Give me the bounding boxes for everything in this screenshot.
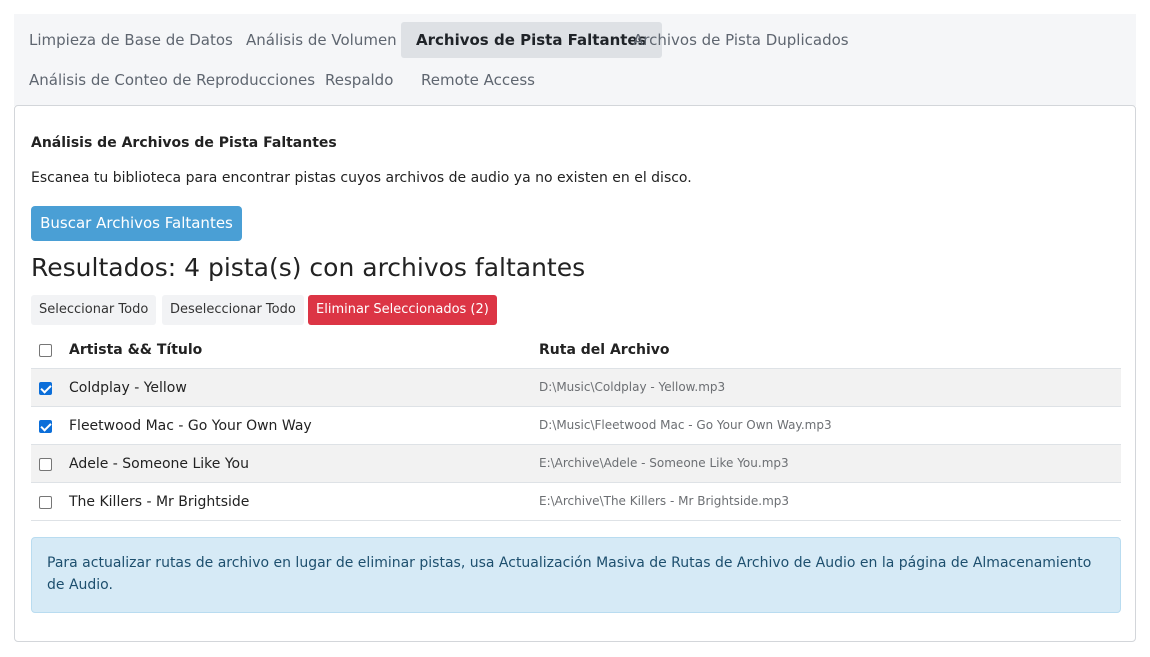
select-all-button[interactable]: Seleccionar Todo [31,295,157,325]
track-path: D:\Music\Fleetwood Mac - Go Your Own Way… [539,418,832,432]
table-row[interactable]: Fleetwood Mac - Go Your Own Way D:\Music… [31,407,1121,445]
table-row[interactable]: Adele - Someone Like You E:\Archive\Adel… [31,445,1121,483]
column-header-path: Ruta del Archivo [539,342,670,358]
results-title: Resultados: 4 pista(s) con archivos falt… [31,253,586,282]
track-title: Coldplay - Yellow [69,380,187,396]
missing-tracks-table: Artista && Título Ruta del Archivo Coldp… [31,331,1121,521]
row-checkbox[interactable] [39,382,52,395]
section-heading: Análisis de Archivos de Pista Faltantes [31,135,337,151]
tab-archivos-duplicados[interactable]: Archivos de Pista Duplicados [618,22,864,58]
track-title: Adele - Someone Like You [69,456,249,472]
tab-bar: Limpieza de Base de Datos Análisis de Vo… [14,14,1136,106]
row-checkbox[interactable] [39,496,52,509]
tab-respaldo[interactable]: Respaldo [310,62,408,98]
row-checkbox[interactable] [39,420,52,433]
track-title: Fleetwood Mac - Go Your Own Way [69,418,312,434]
delete-selected-button[interactable]: Eliminar Seleccionados (2) [308,295,497,325]
scan-missing-files-button[interactable]: Buscar Archivos Faltantes [31,206,242,241]
tab-analisis-volumen[interactable]: Análisis de Volumen [231,22,412,58]
track-path: E:\Archive\Adele - Someone Like You.mp3 [539,456,789,470]
deselect-all-button[interactable]: Deseleccionar Todo [162,295,304,325]
section-description: Escanea tu biblioteca para encontrar pis… [31,170,692,186]
tab-remote-access[interactable]: Remote Access [406,62,550,98]
select-all-checkbox[interactable] [39,344,52,357]
missing-files-panel: Análisis de Archivos de Pista Faltantes … [14,105,1136,642]
table-row[interactable]: The Killers - Mr Brightside E:\Archive\T… [31,483,1121,521]
table-row[interactable]: Coldplay - Yellow D:\Music\Coldplay - Ye… [31,369,1121,407]
tab-limpieza[interactable]: Limpieza de Base de Datos [14,22,248,58]
track-title: The Killers - Mr Brightside [69,494,250,510]
info-alert: Para actualizar rutas de archivo en luga… [31,537,1121,613]
column-header-title: Artista && Título [69,342,203,358]
row-checkbox[interactable] [39,458,52,471]
table-header: Artista && Título Ruta del Archivo [31,331,1121,369]
tab-conteo-reproducciones[interactable]: Análisis de Conteo de Reproducciones [14,62,330,98]
track-path: D:\Music\Coldplay - Yellow.mp3 [539,380,726,394]
track-path: E:\Archive\The Killers - Mr Brightside.m… [539,494,790,508]
